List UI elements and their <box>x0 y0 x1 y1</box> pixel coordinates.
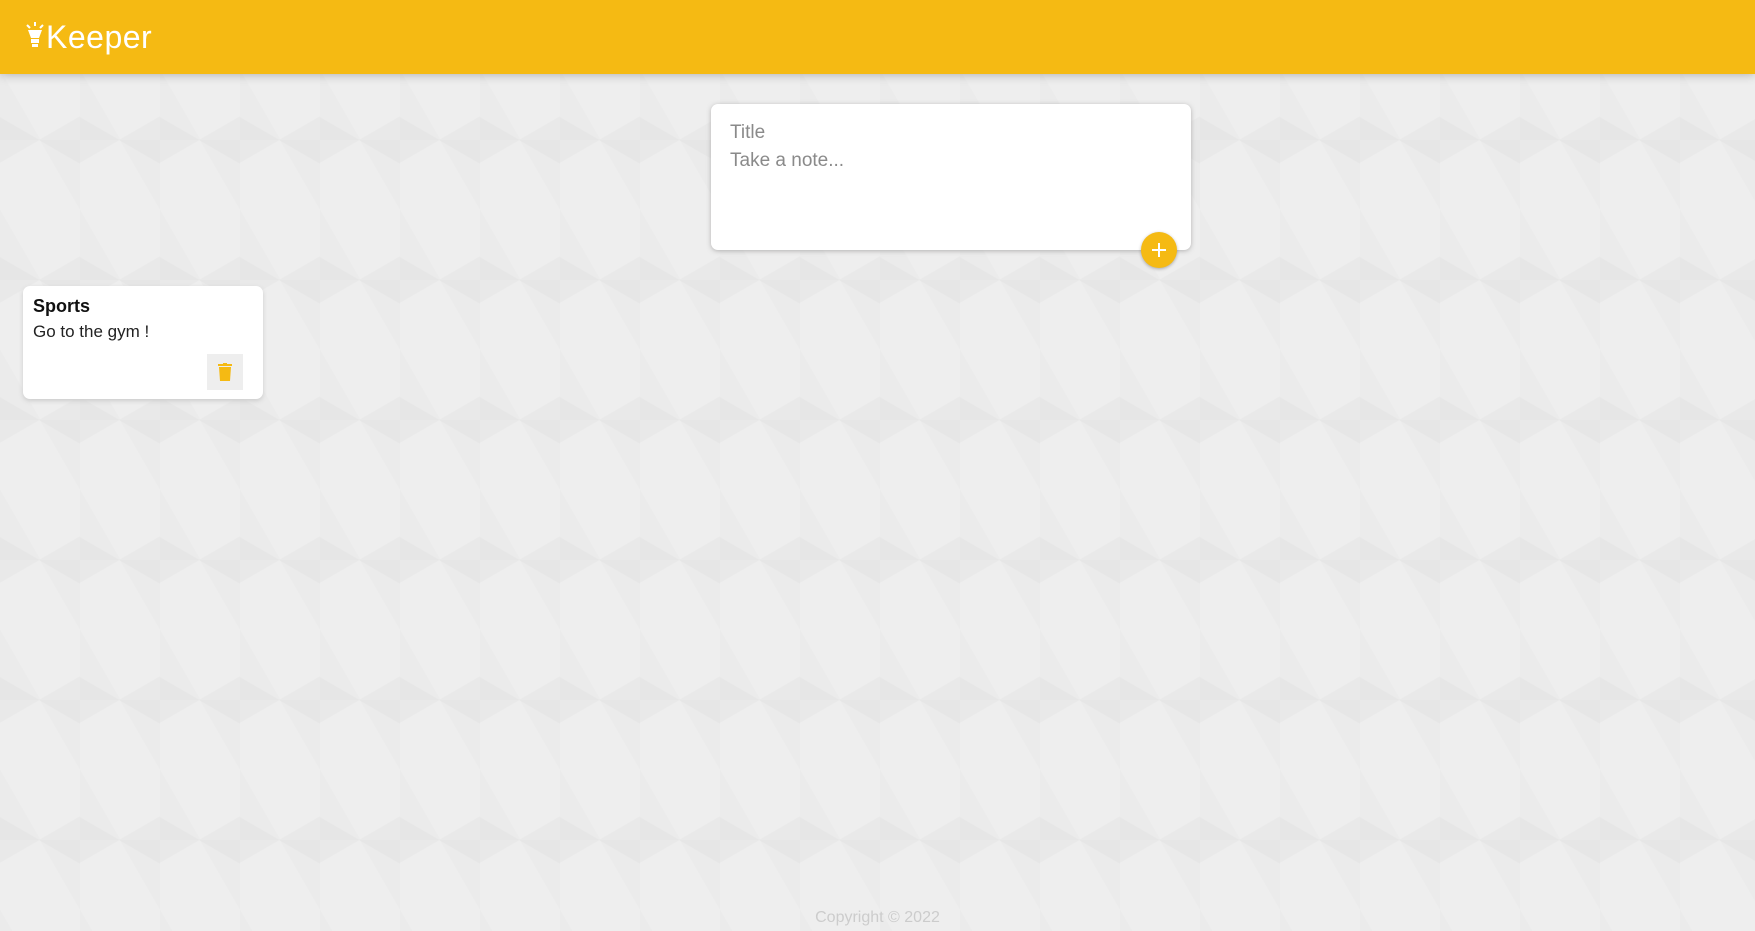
page-footer: Copyright © 2022 <box>0 909 1755 927</box>
note-content-input[interactable] <box>730 150 1172 210</box>
note-title-input[interactable] <box>730 118 1172 148</box>
delete-note-button[interactable] <box>207 354 243 390</box>
trash-icon <box>218 363 232 381</box>
app-title: Keeper <box>46 18 153 55</box>
note-card: Sports Go to the gym ! <box>23 286 263 399</box>
lightbulb-icon <box>26 22 44 47</box>
note-title: Sports <box>33 296 91 316</box>
note-composer <box>711 104 1191 268</box>
note-content: Go to the gym ! <box>33 322 150 341</box>
plus-icon <box>1152 243 1166 257</box>
add-note-button[interactable] <box>1141 232 1177 268</box>
copyright-text: Copyright © 2022 <box>815 909 940 926</box>
app-header: Keeper <box>0 0 1755 74</box>
